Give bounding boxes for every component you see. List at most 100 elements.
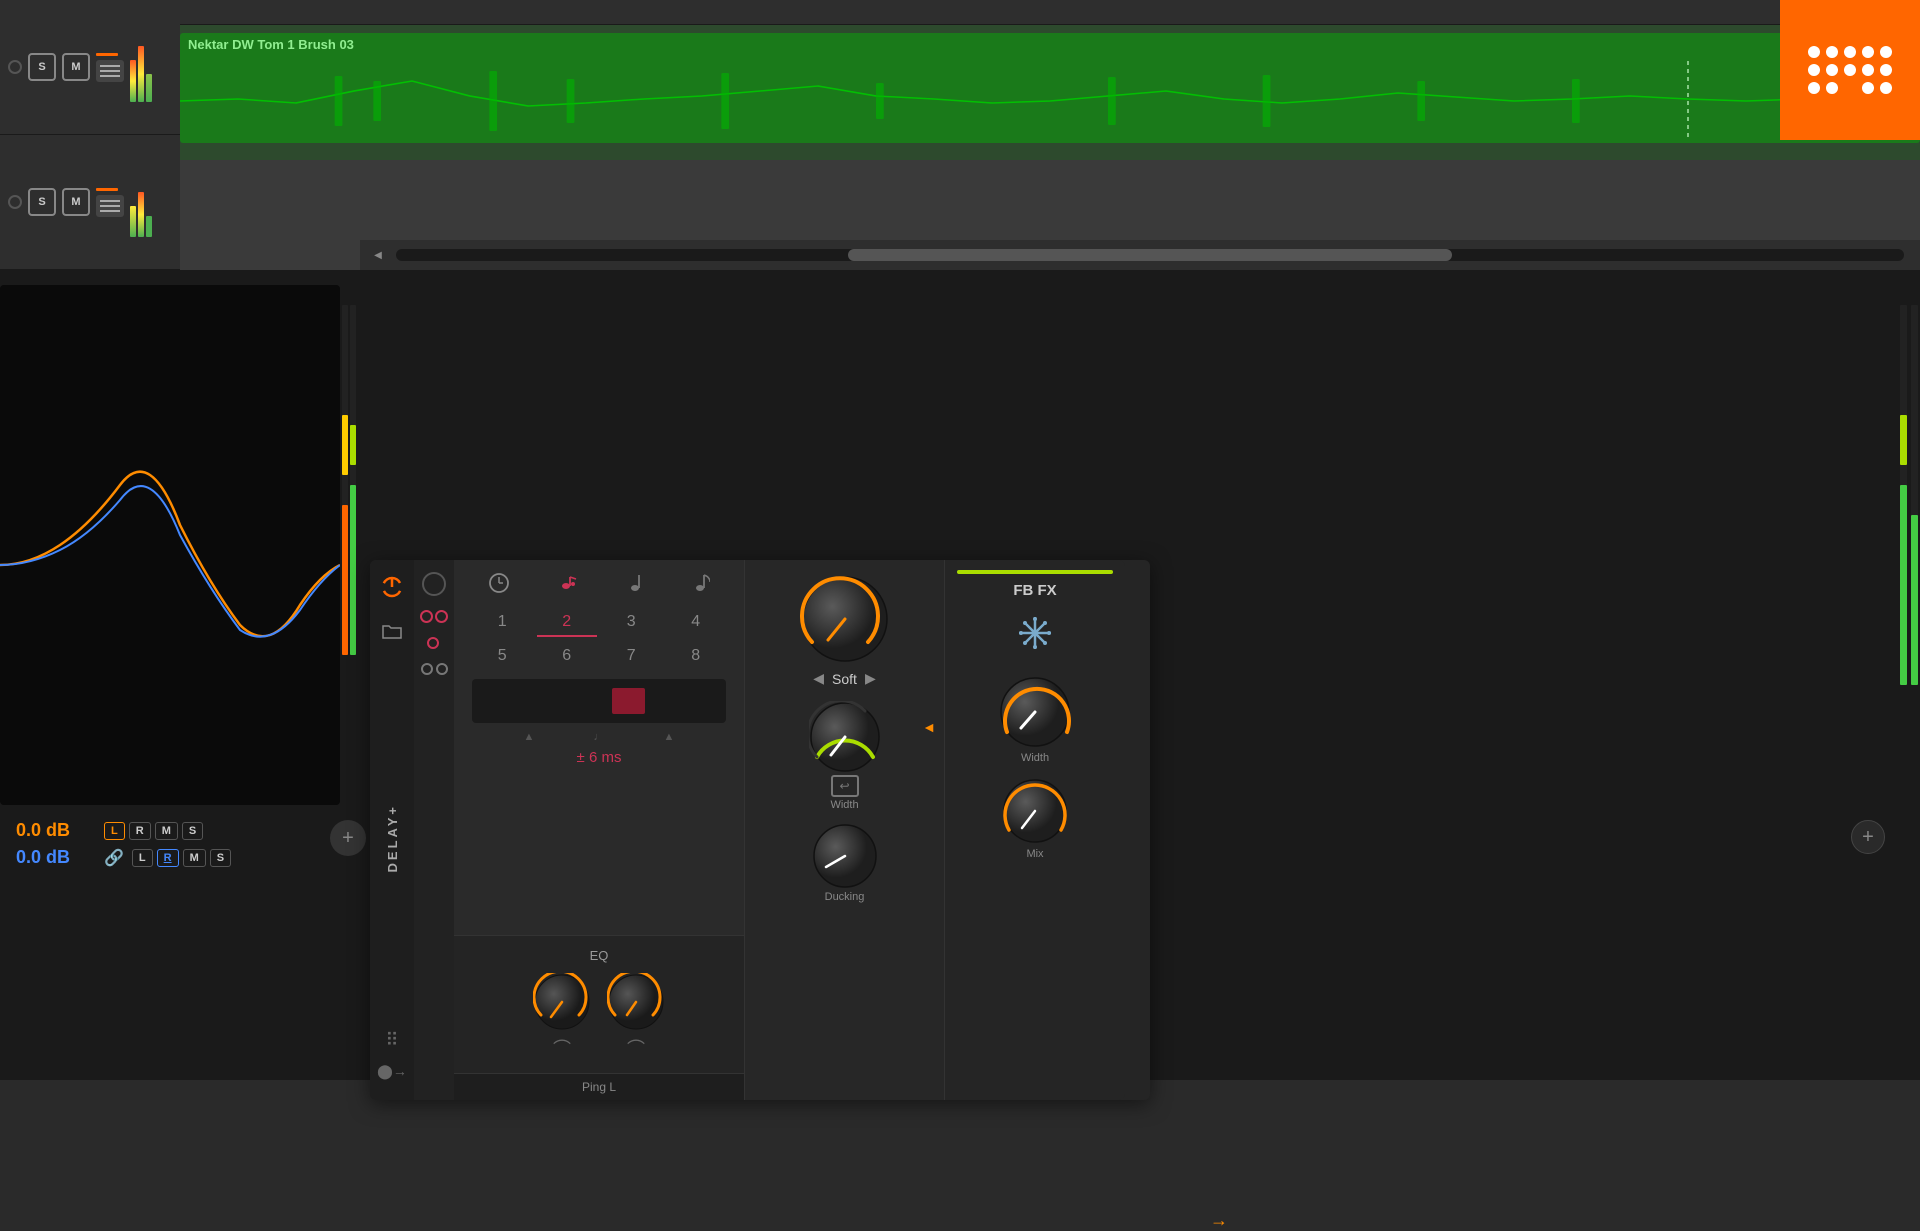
soft-next-button[interactable]: ▶ <box>865 670 876 687</box>
width-knob-container: ◄ <box>755 701 934 811</box>
ducking-knob[interactable] <box>812 823 878 889</box>
two-circles[interactable] <box>421 663 448 675</box>
mix-knob[interactable] <box>1002 778 1068 844</box>
app-icon[interactable] <box>1780 0 1920 140</box>
ping-label: Ping L <box>454 1073 744 1100</box>
delay-bar-fill <box>612 688 645 714</box>
audio-clip[interactable]: Nektar DW Tom 1 Brush 03 <box>180 33 1920 143</box>
beat-4[interactable]: 4 <box>666 609 727 637</box>
left-side-meter <box>340 285 358 825</box>
timeline-content: Nektar DW Tom 1 Brush 03 <box>180 0 1920 270</box>
track1-mute[interactable]: M <box>62 53 90 81</box>
mix-label: Mix <box>1026 848 1043 860</box>
scrollbar-thumb[interactable] <box>848 249 1451 261</box>
clock-icon[interactable] <box>488 572 510 599</box>
time-display: ± 6 ms <box>464 749 734 766</box>
beat-grid-top: 1 2 3 4 <box>464 609 734 637</box>
scope-panel <box>0 285 340 805</box>
beat-2-active[interactable]: 2 <box>537 609 598 637</box>
eq-knob1-container: ⌒ <box>533 973 591 1061</box>
track1-solo[interactable]: S <box>28 53 56 81</box>
level-orange: 0.0 dB <box>16 820 96 841</box>
ch-r-blue[interactable]: R <box>157 849 179 867</box>
beat-8[interactable]: 8 <box>666 643 727 669</box>
soft-prev-button[interactable]: ◀ <box>813 670 824 687</box>
width-label: Width <box>830 799 858 811</box>
soft-label: Soft <box>832 671 857 687</box>
ch-r-orange[interactable]: R <box>129 822 151 840</box>
track-row-1: S M <box>0 0 180 135</box>
track1-power <box>8 60 22 74</box>
width-arrow-button[interactable]: ◄ <box>922 719 936 735</box>
link-circles[interactable] <box>420 610 448 623</box>
delay-arrows: ▲ ♩ ▲ <box>464 731 734 743</box>
scrollbar-track[interactable] <box>396 249 1904 261</box>
fbfx-width-knob[interactable] <box>999 676 1071 748</box>
fbfx-panel: FB FX <box>945 560 1125 1100</box>
track2-solo[interactable]: S <box>28 188 56 216</box>
delay-plugin: DELAY+ ⠿ ⬤→ <box>370 560 1150 1100</box>
track1-vu <box>130 32 152 102</box>
scope-svg <box>0 285 340 805</box>
soft-knob[interactable] <box>800 574 890 664</box>
ducking-knob-container: Ducking <box>755 823 934 903</box>
dotted-note-icon[interactable] <box>558 572 580 599</box>
fbfx-width-label: Width <box>1021 752 1049 764</box>
eq-label: EQ <box>464 948 734 963</box>
width-knob[interactable] <box>809 701 881 773</box>
beat-1[interactable]: 1 <box>472 609 533 637</box>
delay-arrow-1: ▲ <box>524 731 535 743</box>
beat-5[interactable]: 5 <box>472 643 533 669</box>
plugin-key-button[interactable]: ⬤→ <box>377 1063 407 1080</box>
sync-circle-button[interactable] <box>422 572 446 596</box>
plugin-dots-button[interactable]: ⠿ <box>385 1030 398 1051</box>
ch-l-orange[interactable]: L <box>104 822 125 840</box>
freeze-icon[interactable] <box>957 615 1113 656</box>
clip-label: Nektar DW Tom 1 Brush 03 <box>188 37 354 52</box>
ducking-arrow-right[interactable]: → <box>1210 1210 1228 1231</box>
ch-m-orange[interactable]: M <box>155 822 178 840</box>
delay-bar[interactable] <box>472 679 726 723</box>
ch-l-blue[interactable]: L <box>132 849 153 867</box>
eq-knob2[interactable] <box>607 973 665 1031</box>
scroll-left-button[interactable]: ◀ <box>368 245 388 265</box>
plugin-sidebar: DELAY+ ⠿ ⬤→ <box>370 560 414 1100</box>
quarter-note-icon[interactable] <box>628 572 646 599</box>
link-icon[interactable]: 🔗 <box>104 848 124 868</box>
add-button-right[interactable]: + <box>1851 820 1885 854</box>
beat-6[interactable]: 6 <box>537 643 598 669</box>
track2-mute[interactable]: M <box>62 188 90 216</box>
level-row-orange: 0.0 dB L R M S <box>16 820 324 841</box>
beat-3[interactable]: 3 <box>601 609 662 637</box>
note-icons-row <box>464 572 734 599</box>
delay-arrow-3: ▲ <box>664 731 675 743</box>
fbfx-accent-bar <box>957 570 1113 574</box>
plugin-folder-button[interactable] <box>377 616 407 646</box>
eq-knob1[interactable] <box>533 973 591 1031</box>
bottom-controls: 0.0 dB L R M S 0.0 dB 🔗 L R M S <box>0 810 340 884</box>
scrollbar-area: ◀ <box>360 240 1920 270</box>
eighth-note-icon[interactable] <box>694 572 710 599</box>
ch-s-blue[interactable]: S <box>210 849 231 867</box>
rec-dot[interactable] <box>427 637 442 649</box>
timeline-ruler <box>180 0 1920 25</box>
right-side-meter <box>1898 285 1920 825</box>
ch-s-orange[interactable]: S <box>182 822 203 840</box>
feedback-return-button[interactable]: ↩ <box>831 775 859 797</box>
plugin-right-panel: ◀ Soft ▶ ◄ <box>744 560 944 1100</box>
ch-m-blue[interactable]: M <box>183 849 206 867</box>
add-button-middle[interactable]: + <box>330 820 366 856</box>
soft-knob-container <box>755 574 934 664</box>
track2-menu[interactable] <box>96 195 124 217</box>
fbfx-width-knob-container: Width <box>957 676 1113 764</box>
plugin-name-label: DELAY+ <box>385 804 400 872</box>
plugin-center-panel: 1 2 3 4 5 6 7 8 ▲ <box>454 560 744 1100</box>
beat-grid-bottom: 5 6 7 8 <box>464 643 734 669</box>
soft-row: ◀ Soft ▶ <box>755 670 934 687</box>
daw-timeline: S M S M <box>0 0 1920 270</box>
plugin-power-button[interactable] <box>377 572 407 602</box>
track1-lane: Nektar DW Tom 1 Brush 03 <box>180 25 1920 160</box>
beat-7[interactable]: 7 <box>601 643 662 669</box>
track1-menu[interactable] <box>96 60 124 82</box>
waveform <box>180 61 1920 141</box>
